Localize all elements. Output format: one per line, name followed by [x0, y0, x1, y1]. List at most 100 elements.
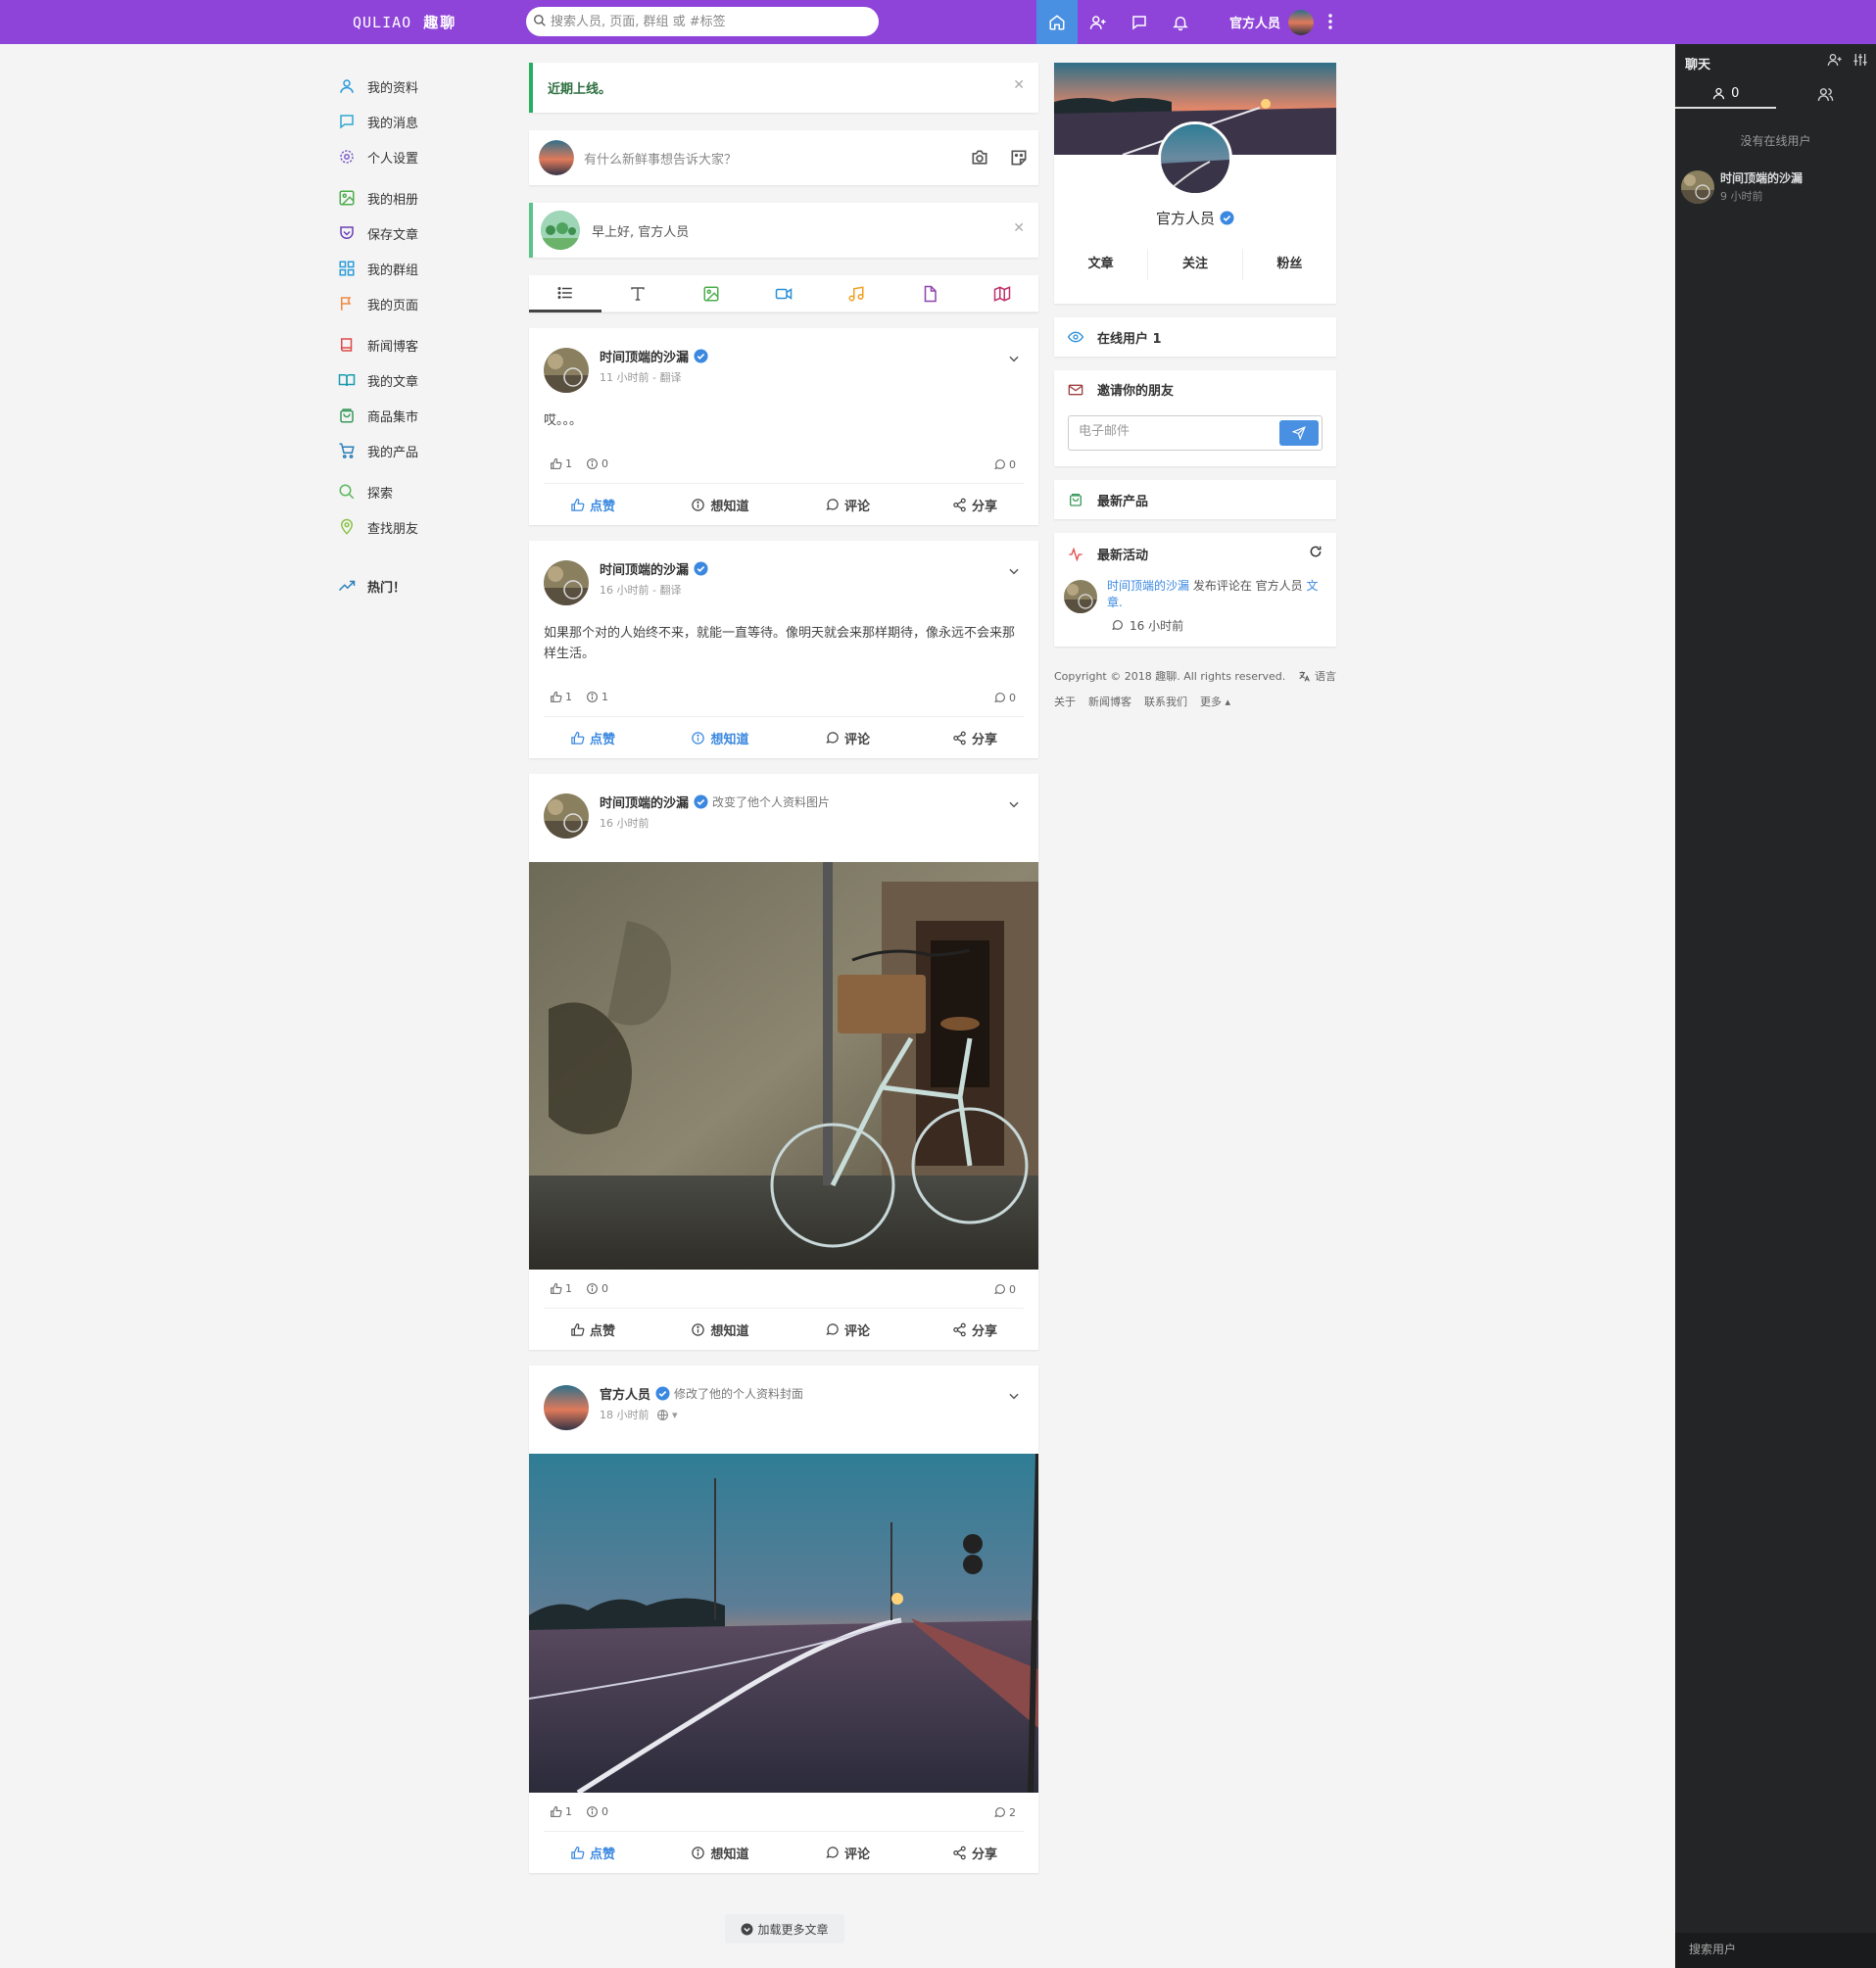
sidebar-item-explore[interactable]: 探索	[338, 474, 524, 509]
chat-user-item[interactable]: 时间顶端的沙漏 9 小时前	[1681, 169, 1803, 204]
invite-email-input[interactable]	[1079, 424, 1275, 439]
sidebar-item-albums[interactable]: 我的相册	[338, 180, 524, 216]
sidebar-item-saved-posts[interactable]: 保存文章	[338, 216, 524, 251]
sidebar-item-pages[interactable]: 我的页面	[338, 286, 524, 321]
wonder-button[interactable]: 想知道	[656, 1320, 784, 1339]
nav-notifications-button[interactable]	[1160, 0, 1201, 44]
tab-videos[interactable]	[746, 275, 821, 312]
likes-count[interactable]: 1	[550, 691, 572, 703]
sidebar-item-my-products[interactable]: 我的产品	[338, 433, 524, 468]
tab-files[interactable]	[892, 275, 966, 312]
like-button[interactable]: 点赞	[529, 1320, 656, 1339]
sidebar-item-my-articles[interactable]: 我的文章	[338, 362, 524, 398]
sidebar-item-groups[interactable]: 我的群组	[338, 251, 524, 286]
search-input[interactable]	[551, 11, 864, 32]
send-invite-button[interactable]	[1279, 420, 1319, 446]
sidebar-item-profile[interactable]: 我的资料	[338, 69, 524, 104]
sticker-button[interactable]	[999, 148, 1038, 168]
chevron-down-icon[interactable]	[1007, 564, 1021, 578]
comment-button[interactable]: 评论	[784, 496, 911, 514]
tab-photos[interactable]	[674, 275, 747, 312]
comments-count[interactable]: 0	[993, 1283, 1016, 1296]
post-composer[interactable]: 有什么新鲜事想告诉大家？	[529, 130, 1038, 185]
load-more-button[interactable]: 加载更多文章	[725, 1914, 844, 1944]
comments-count[interactable]: 2	[993, 1806, 1016, 1819]
like-button[interactable]: 点赞	[529, 496, 656, 514]
comments-count[interactable]: 0	[993, 692, 1016, 704]
sidebar-item-settings[interactable]: 个人设置	[338, 139, 524, 174]
share-button[interactable]: 分享	[911, 496, 1038, 514]
likes-count[interactable]: 1	[550, 457, 572, 470]
tab-text[interactable]	[601, 275, 675, 312]
author-avatar[interactable]	[544, 793, 589, 839]
chat-add-user-button[interactable]	[1827, 52, 1843, 68]
wonders-count[interactable]: 0	[586, 457, 608, 470]
author-name[interactable]: 时间顶端的沙漏	[600, 792, 689, 811]
chat-settings-button[interactable]	[1852, 52, 1868, 68]
nav-home-button[interactable]	[1036, 0, 1078, 44]
translate-link[interactable]: 翻译	[659, 582, 681, 598]
like-button[interactable]: 点赞	[529, 729, 656, 747]
profile-following-link[interactable]: 关注	[1147, 249, 1241, 280]
wonders-count[interactable]: 1	[586, 691, 608, 703]
tab-groups[interactable]	[1776, 79, 1876, 109]
author-avatar[interactable]	[544, 1385, 589, 1430]
globe-icon[interactable]	[656, 1409, 669, 1421]
post-image-sunset-road[interactable]	[529, 1454, 1038, 1793]
profile-avatar[interactable]	[1158, 121, 1232, 196]
author-name[interactable]: 时间顶端的沙漏	[600, 559, 689, 578]
sidebar-item-blogs[interactable]: 新闻博客	[338, 327, 524, 362]
wonder-button[interactable]: 想知道	[656, 496, 784, 514]
likes-count[interactable]: 1	[550, 1805, 572, 1818]
footer-link-blogs[interactable]: 新闻博客	[1088, 694, 1131, 709]
online-users-widget[interactable]: 在线用户 1	[1054, 317, 1336, 357]
wonders-count[interactable]: 0	[586, 1805, 608, 1818]
sidebar-item-messages[interactable]: 我的消息	[338, 104, 524, 139]
translate-link[interactable]: 翻译	[659, 369, 681, 385]
sidebar-item-market[interactable]: 商品集市	[338, 398, 524, 433]
comment-button[interactable]: 评论	[784, 1844, 911, 1862]
post-time[interactable]: 16 小时前	[600, 582, 649, 598]
activity-user-link[interactable]: 时间顶端的沙漏	[1107, 579, 1189, 593]
close-icon[interactable]: ✕	[1013, 220, 1025, 236]
composer-placeholder[interactable]: 有什么新鲜事想告诉大家？	[584, 149, 960, 168]
wonder-button[interactable]: 想知道	[656, 1844, 784, 1862]
photo-upload-button[interactable]	[960, 148, 999, 168]
more-menu-button[interactable]	[1324, 13, 1336, 30]
post-time[interactable]: 16 小时前	[600, 815, 649, 831]
comment-button[interactable]: 评论	[784, 729, 911, 747]
profile-followers-link[interactable]: 粉丝	[1241, 249, 1336, 280]
footer-link-about[interactable]: 关于	[1054, 694, 1076, 709]
user-menu[interactable]: 官方人员	[1229, 0, 1315, 44]
author-name[interactable]: 官方人员	[600, 1384, 650, 1403]
post-time[interactable]: 18 小时前	[600, 1407, 649, 1422]
footer-link-contact[interactable]: 联系我们	[1144, 694, 1187, 709]
profile-posts-link[interactable]: 文章	[1054, 249, 1147, 280]
site-logo[interactable]: QULIAO 趣聊	[353, 12, 457, 32]
tab-maps[interactable]	[965, 275, 1038, 312]
likes-count[interactable]: 1	[550, 1282, 572, 1295]
share-button[interactable]: 分享	[911, 729, 1038, 747]
chevron-down-icon[interactable]	[1007, 352, 1021, 365]
wonders-count[interactable]: 0	[586, 1282, 608, 1295]
footer-link-more[interactable]: 更多 ▴	[1200, 694, 1230, 709]
activity-user-avatar[interactable]	[1064, 580, 1097, 613]
comments-count[interactable]: 0	[993, 458, 1016, 471]
sidebar-item-trending[interactable]: 热门！	[338, 568, 524, 603]
profile-name[interactable]: 官方人员	[1054, 208, 1336, 228]
chat-search-input[interactable]	[1689, 1943, 1865, 1956]
author-name[interactable]: 时间顶端的沙漏	[600, 347, 689, 365]
chevron-down-icon[interactable]	[1007, 797, 1021, 811]
share-button[interactable]: 分享	[911, 1320, 1038, 1339]
nav-messages-button[interactable]	[1119, 0, 1160, 44]
like-button[interactable]: 点赞	[529, 1844, 656, 1862]
tab-all[interactable]	[529, 275, 602, 312]
sidebar-item-find-friends[interactable]: 查找朋友	[338, 509, 524, 545]
share-button[interactable]: 分享	[911, 1844, 1038, 1862]
chevron-down-icon[interactable]	[1007, 1389, 1021, 1403]
language-selector[interactable]: 语言	[1298, 668, 1336, 684]
tab-music[interactable]	[820, 275, 893, 312]
close-icon[interactable]: ✕	[1013, 77, 1025, 93]
post-time[interactable]: 11 小时前	[600, 369, 649, 385]
author-avatar[interactable]	[544, 348, 589, 393]
